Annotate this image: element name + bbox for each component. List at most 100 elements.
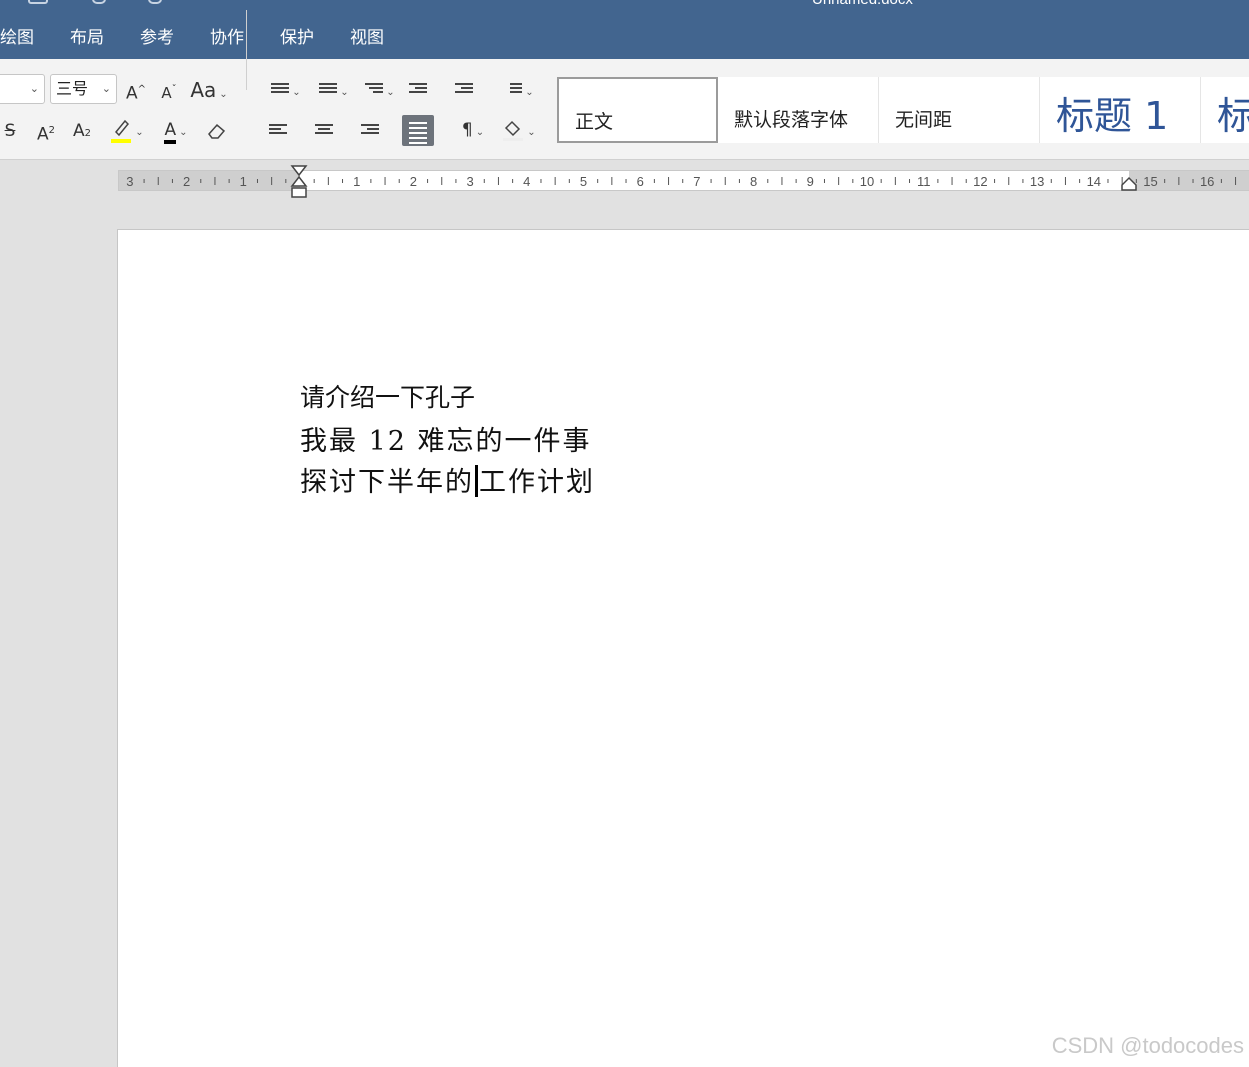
paragraph[interactable]: 我最 12 难忘的一件事 xyxy=(300,419,592,458)
chevron-down-icon: ⌄ xyxy=(525,87,534,98)
chevron-down-icon: ⌄ xyxy=(527,127,536,138)
chevron-down-icon: ⌄ xyxy=(292,87,301,98)
text-cursor xyxy=(475,465,478,497)
font-name-select[interactable]: ⌄ xyxy=(0,74,45,104)
increase-indent-icon xyxy=(455,83,473,97)
shrink-font-button[interactable]: Aˇ xyxy=(158,76,180,104)
horizontal-ruler[interactable]: 3 2 1 1 2 3 4 5 6 7 8 9 10 11 12 13 14 15 16 xyxy=(118,170,1249,191)
chevron-down-icon: ⌄ xyxy=(29,82,39,95)
ruler-ticks: 3 2 1 1 2 3 4 5 6 7 8 9 10 11 12 13 14 15 16 xyxy=(126,174,1237,189)
ruler-number: 7 xyxy=(693,174,700,189)
menu-tabs: 绘图 布局 参考 协作 保护 视图 xyxy=(0,24,420,52)
ruler-number: 8 xyxy=(750,174,757,189)
ruler-number: 15 xyxy=(1143,174,1157,189)
increase-indent-button[interactable] xyxy=(452,76,476,104)
ruler-number: 16 xyxy=(1200,174,1214,189)
multilevel-list-icon xyxy=(365,83,384,97)
paragraph[interactable]: 探讨下半年的 工作计划 xyxy=(300,460,595,499)
show-formatting-button[interactable]: ¶ ⌄ xyxy=(452,116,494,144)
undo-icon[interactable] xyxy=(92,0,106,4)
chevron-down-icon: ⌄ xyxy=(219,89,228,100)
menu-tab-view[interactable]: 视图 xyxy=(350,24,384,52)
chevron-down-icon: ⌄ xyxy=(135,127,144,138)
chevron-down-icon: ⌄ xyxy=(386,87,395,98)
ruler-number: 13 xyxy=(1030,174,1044,189)
chevron-down-icon: ⌄ xyxy=(101,82,111,95)
watermark: CSDN @todocodes xyxy=(1051,1033,1244,1058)
align-center-button[interactable] xyxy=(312,117,336,145)
chevron-down-icon: ⌄ xyxy=(179,127,188,138)
menu-tab-layout[interactable]: 布局 xyxy=(70,24,104,52)
decrease-indent-button[interactable] xyxy=(406,76,430,104)
bullet-list-icon xyxy=(271,83,290,97)
menu-tab-collaborate[interactable]: 协作 xyxy=(210,24,244,52)
style-default-paragraph-font[interactable]: 默认段落字体 xyxy=(718,77,879,143)
strikethrough-button[interactable]: S xyxy=(0,117,20,145)
print-icon[interactable] xyxy=(28,0,48,4)
change-case-button[interactable]: Aa ⌄ xyxy=(188,76,230,104)
eraser-icon xyxy=(208,123,226,139)
style-normal[interactable]: 正文 xyxy=(557,77,718,143)
document-title: Unnamed.docx xyxy=(812,0,913,8)
align-right-button[interactable] xyxy=(358,117,382,145)
ruler-number: 4 xyxy=(523,174,530,189)
ruler-number: 1 xyxy=(240,174,247,189)
justify-button[interactable] xyxy=(402,115,434,146)
numbered-list-icon xyxy=(319,83,338,97)
align-right-icon xyxy=(361,124,379,138)
grow-font-button[interactable]: A^ xyxy=(124,76,148,104)
ruler-number: 3 xyxy=(466,174,473,189)
ribbon-divider xyxy=(246,10,247,90)
style-no-spacing[interactable]: 无间距 xyxy=(879,77,1040,143)
paint-bucket-icon xyxy=(503,120,524,141)
caret-down-icon: ˇ xyxy=(171,84,177,95)
highlight-color-button[interactable]: ⌄ xyxy=(106,116,148,144)
shading-button[interactable]: ⌄ xyxy=(498,116,540,144)
menu-tab-references[interactable]: 参考 xyxy=(140,24,174,52)
subscript-button[interactable]: A2 xyxy=(70,117,94,145)
ruler-number: 1 xyxy=(353,174,360,189)
bullet-list-button[interactable]: ⌄ xyxy=(266,76,306,104)
font-size-select[interactable]: 三号 ⌄ xyxy=(50,74,117,104)
chevron-down-icon: ⌄ xyxy=(340,87,349,98)
ruler-number: 11 xyxy=(917,174,931,189)
font-color-button[interactable]: A ⌄ xyxy=(156,116,196,144)
paragraph[interactable]: 请介绍一下孔子 xyxy=(300,378,475,414)
ruler-number: 5 xyxy=(580,174,587,189)
highlighter-icon xyxy=(111,119,132,143)
redo-icon[interactable] xyxy=(148,0,162,4)
ruler-number: 3 xyxy=(126,174,133,189)
decrease-indent-icon xyxy=(409,83,427,97)
pilcrow-icon: ¶ xyxy=(461,120,473,140)
indent-marker-icon[interactable] xyxy=(290,165,308,199)
styles-gallery: 正文 默认段落字体 无间距 标题 1 标 xyxy=(557,77,1249,143)
line-spacing-button[interactable]: ⌄ xyxy=(498,76,540,104)
style-heading-2[interactable]: 标 xyxy=(1201,77,1249,143)
ruler-number: 6 xyxy=(637,174,644,189)
numbered-list-button[interactable]: ⌄ xyxy=(314,76,354,104)
ruler-number: 14 xyxy=(1087,174,1101,189)
line-spacing-icon xyxy=(504,83,523,97)
ruler-number: 2 xyxy=(410,174,417,189)
caret-up-icon: ^ xyxy=(137,84,147,95)
text-after-cursor: 工作计划 xyxy=(479,467,595,498)
align-center-icon xyxy=(315,124,333,138)
title-menu-bar: Unnamed.docx 绘图 布局 参考 协作 保护 视图 xyxy=(0,0,1249,59)
chevron-down-icon: ⌄ xyxy=(475,127,485,138)
align-left-icon xyxy=(269,124,287,138)
right-indent-marker-icon[interactable] xyxy=(1120,176,1138,192)
align-left-button[interactable] xyxy=(266,117,290,145)
ruler-number: 10 xyxy=(860,174,874,189)
ruler-number: 12 xyxy=(973,174,987,189)
font-size-value: 三号 xyxy=(56,79,89,98)
ruler-number: 9 xyxy=(807,174,814,189)
document-page[interactable]: 请介绍一下孔子 我最 12 难忘的一件事 探讨下半年的 工作计划 xyxy=(117,229,1249,1067)
clear-formatting-button[interactable] xyxy=(204,117,230,145)
style-heading-1[interactable]: 标题 1 xyxy=(1040,77,1201,143)
superscript-button[interactable]: A2 xyxy=(34,117,58,145)
menu-tab-protect[interactable]: 保护 xyxy=(280,24,314,52)
multilevel-list-button[interactable]: ⌄ xyxy=(360,76,400,104)
menu-tab-draw[interactable]: 绘图 xyxy=(0,24,34,52)
ruler-number: 2 xyxy=(183,174,190,189)
text-before-cursor: 探讨下半年的 xyxy=(300,467,474,498)
